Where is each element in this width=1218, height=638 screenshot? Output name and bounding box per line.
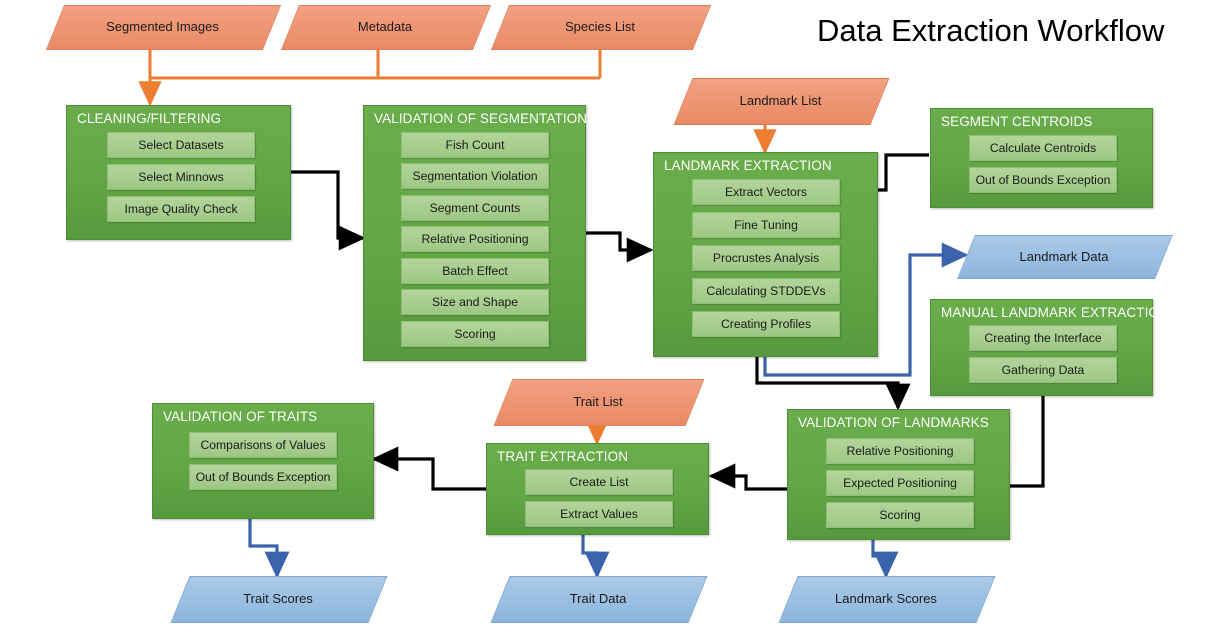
output-label: Trait Data [569, 591, 627, 606]
connector-landmarkextraction-to-validationlandmarks [755, 357, 911, 411]
group-trait-extraction[interactable]: TRAIT EXTRACTION Create List Extract Val… [486, 443, 709, 535]
input-label: Species List [564, 19, 636, 34]
item-select-minnows[interactable]: Select Minnows [107, 164, 255, 190]
item-extract-values[interactable]: Extract Values [525, 501, 673, 527]
item-fish-count[interactable]: Fish Count [401, 132, 549, 158]
page-title: Data Extraction Workflow [817, 13, 1165, 48]
workflow-diagram: Data Extraction Workflow Segmented Image… [0, 0, 1218, 638]
item-image-quality-check[interactable]: Image Quality Check [107, 196, 255, 222]
item-extract-vectors[interactable]: Extract Vectors [692, 179, 840, 205]
item-fine-tuning[interactable]: Fine Tuning [692, 212, 840, 238]
output-trait-data[interactable]: Trait Data [490, 576, 708, 623]
group-title: MANUAL LANDMARK EXTRACTION [941, 305, 1169, 320]
item-size-and-shape[interactable]: Size and Shape [401, 289, 549, 315]
connector-traitextraction-to-traitdata [581, 535, 610, 579]
output-label: Trait Scores [243, 591, 313, 606]
input-label: Trait List [573, 394, 623, 409]
item-create-list[interactable]: Create List [525, 469, 673, 495]
connector-validationlandmarks-to-traitextraction [708, 463, 787, 491]
item-scoring[interactable]: Scoring [401, 321, 549, 347]
input-species-list[interactable]: Species List [490, 5, 712, 50]
group-title: VALIDATION OF SEGMENTATION [374, 111, 588, 126]
connector-validationsegmentation-to-landmarkextraction [586, 231, 654, 263]
group-title: VALIDATION OF LANDMARKS [798, 415, 989, 430]
item-calculating-stddevs[interactable]: Calculating STDDEVs [692, 278, 840, 304]
item-calculate-centroids[interactable]: Calculate Centroids [969, 135, 1117, 161]
item-batch-effect[interactable]: Batch Effect [401, 258, 549, 284]
output-label: Landmark Scores [835, 591, 937, 606]
input-label: Segmented Images [106, 19, 219, 34]
connector-validationlandmarks-to-landmarkscores [871, 540, 899, 579]
output-label: Landmark Data [1019, 248, 1109, 264]
input-landmark-list[interactable]: Landmark List [673, 78, 890, 125]
item-segment-counts[interactable]: Segment Counts [401, 195, 549, 221]
output-landmark-scores[interactable]: Landmark Scores [778, 576, 996, 623]
input-label: Metadata [357, 19, 413, 34]
group-manual-landmark-extraction[interactable]: MANUAL LANDMARK EXTRACTION Creating the … [930, 299, 1169, 396]
item-out-of-bounds-exception[interactable]: Out of Bounds Exception [189, 464, 337, 490]
item-segmentation-violation[interactable]: Segmentation Violation [401, 163, 549, 189]
item-relative-positioning[interactable]: Relative Positioning [826, 438, 974, 464]
input-trait-list[interactable]: Trait List [493, 379, 705, 426]
item-gathering-data[interactable]: Gathering Data [969, 357, 1117, 383]
item-creating-the-interface[interactable]: Creating the Interface [969, 325, 1117, 351]
item-procrustes-analysis[interactable]: Procrustes Analysis [692, 245, 840, 271]
group-landmark-extraction[interactable]: LANDMARK EXTRACTION Extract Vectors Fine… [653, 152, 878, 357]
connector-inputs-to-cleaning [138, 47, 602, 107]
item-comparisons-of-values[interactable]: Comparisons of Values [189, 432, 337, 458]
item-expected-positioning[interactable]: Expected Positioning [826, 470, 974, 496]
group-title: VALIDATION OF TRAITS [163, 409, 318, 424]
group-validation-of-traits[interactable]: VALIDATION OF TRAITS Comparisons of Valu… [152, 403, 374, 519]
input-segmented-images[interactable]: Segmented Images [45, 5, 282, 50]
group-title: TRAIT EXTRACTION [497, 449, 629, 464]
group-validation-of-landmarks[interactable]: VALIDATION OF LANDMARKS Relative Positio… [787, 409, 1010, 540]
group-title: CLEANING/FILTERING [77, 111, 222, 126]
item-creating-profiles[interactable]: Creating Profiles [692, 311, 840, 337]
item-out-of-bounds-exception[interactable]: Out of Bounds Exception [969, 167, 1117, 193]
group-cleaning-filtering[interactable]: CLEANING/FILTERING Select Datasets Selec… [66, 105, 291, 240]
output-landmark-data[interactable]: Landmark Data [957, 235, 1173, 279]
input-label: Landmark List [739, 93, 822, 108]
group-validation-of-segmentation[interactable]: VALIDATION OF SEGMENTATION Fish Count Se… [363, 105, 588, 361]
output-trait-scores[interactable]: Trait Scores [170, 576, 388, 623]
group-title: LANDMARK EXTRACTION [664, 158, 832, 173]
input-metadata[interactable]: Metadata [280, 5, 492, 50]
item-scoring[interactable]: Scoring [826, 502, 974, 528]
item-select-datasets[interactable]: Select Datasets [107, 132, 255, 158]
group-title: SEGMENT CENTROIDS [941, 114, 1093, 129]
connector-validationtraits-to-traitscores [248, 519, 290, 579]
group-segment-centroids[interactable]: SEGMENT CENTROIDS Calculate Centroids Ou… [930, 108, 1153, 208]
connector-cleaning-to-validationsegmentation [291, 170, 366, 251]
connector-traitextraction-to-validationtraits [371, 446, 486, 491]
item-relative-positioning[interactable]: Relative Positioning [401, 226, 549, 252]
